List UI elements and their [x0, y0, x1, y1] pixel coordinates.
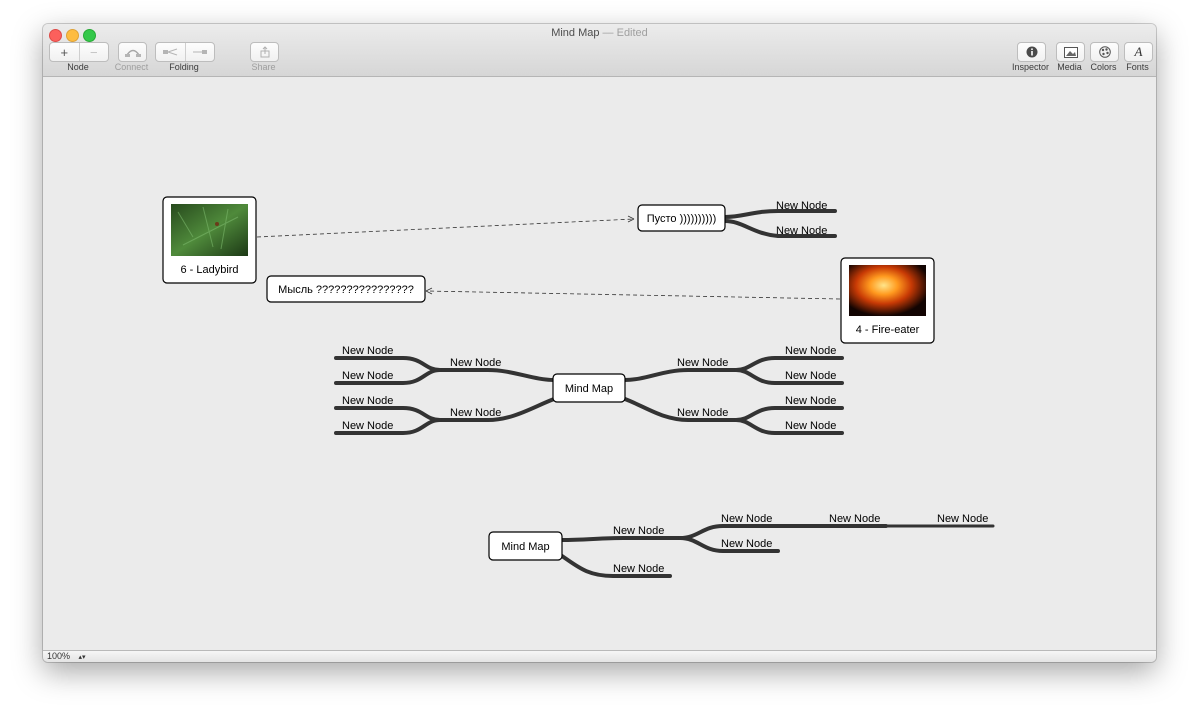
document-name: Mind Map	[551, 27, 600, 39]
node-label[interactable]: New Node	[342, 395, 393, 407]
node-label[interactable]: New Node	[613, 525, 664, 537]
share-label: Share	[251, 62, 276, 72]
image-node-ladybird[interactable]: 6 - Ladybird	[162, 196, 257, 284]
fold-button[interactable]	[156, 43, 186, 61]
connect-icon	[119, 43, 146, 61]
node-label[interactable]: New Node	[613, 563, 664, 575]
image-caption: 4 - Fire-eater	[856, 324, 920, 336]
connection-line[interactable]	[425, 290, 841, 300]
fold-icon	[163, 48, 178, 56]
zoom-control[interactable]: 100% ▴▾	[47, 651, 86, 662]
minus-icon: −	[89, 44, 98, 60]
font-icon: A	[1134, 44, 1143, 59]
remove-node-button[interactable]: −	[80, 43, 109, 61]
palette-icon	[1091, 43, 1118, 61]
window-title: Mind Map — Edited	[43, 27, 1156, 39]
zoom-level: 100%	[47, 651, 71, 661]
image-caption: 6 - Ladybird	[180, 264, 238, 276]
node-label[interactable]: New Node	[785, 370, 836, 382]
node-label[interactable]: New Node	[776, 200, 827, 212]
add-node-button[interactable]: +	[50, 43, 80, 61]
fire-eater-image	[849, 265, 926, 316]
plus-icon: +	[60, 44, 69, 60]
node-label[interactable]: New Node	[785, 395, 836, 407]
root-node-text: Mind Map	[501, 541, 549, 553]
unfold-icon	[192, 50, 207, 54]
connect-label: Connect	[114, 62, 149, 72]
node-label[interactable]: New Node	[829, 513, 880, 525]
media-icon	[1057, 43, 1084, 61]
status-bar: 100% ▴▾	[43, 650, 1156, 662]
colors-label: Colors	[1090, 62, 1117, 72]
node-label[interactable]: New Node	[937, 513, 988, 525]
node-label[interactable]: New Node	[450, 407, 501, 419]
title-bar: Mind Map — Edited + − Node Connect Foldi…	[43, 24, 1156, 77]
mind-map-canvas[interactable]: 6 - Ladybird 4 - Fire-eater Пусто ))))))…	[43, 77, 1156, 651]
media-label: Media	[1057, 62, 1082, 72]
app-window: Mind Map — Edited + − Node Connect Foldi…	[43, 24, 1156, 662]
node-label[interactable]: New Node	[342, 345, 393, 357]
connect-button[interactable]	[118, 42, 147, 62]
node-label[interactable]: New Node	[785, 420, 836, 432]
inspector-button[interactable]	[1017, 42, 1046, 62]
root-node-text: Mind Map	[565, 383, 613, 395]
node-text: Мысль ????????????????	[278, 284, 414, 296]
inspector-label: Inspector	[1011, 62, 1050, 72]
mind-map-1-root[interactable]: Mind Map	[552, 373, 626, 403]
fonts-button[interactable]: A	[1124, 42, 1153, 62]
unfold-button[interactable]	[186, 43, 215, 61]
node-mysl[interactable]: Мысль ????????????????	[266, 275, 426, 303]
info-icon	[1018, 43, 1045, 61]
node-label[interactable]: New Node	[721, 538, 772, 550]
mind-map-drawing: 6 - Ladybird 4 - Fire-eater Пусто ))))))…	[162, 196, 995, 578]
fonts-label: Fonts	[1126, 62, 1149, 72]
edited-indicator: — Edited	[602, 27, 648, 39]
node-label[interactable]: New Node	[776, 225, 827, 237]
node-label[interactable]: New Node	[342, 370, 393, 382]
image-node-fire-eater[interactable]: 4 - Fire-eater	[840, 257, 935, 344]
media-button[interactable]	[1056, 42, 1085, 62]
node-button-group: + −	[49, 42, 109, 62]
node-text: Пусто ))))))))))	[647, 213, 717, 225]
node-label[interactable]: New Node	[677, 357, 728, 369]
ladybird-image	[171, 204, 248, 256]
mind-map-2-root[interactable]: Mind Map	[488, 531, 563, 561]
folding-label: Folding	[169, 62, 199, 72]
share-button[interactable]	[250, 42, 279, 62]
node-label[interactable]: New Node	[677, 407, 728, 419]
colors-button[interactable]	[1090, 42, 1119, 62]
node-label[interactable]: New Node	[721, 513, 772, 525]
node-label[interactable]: New Node	[785, 345, 836, 357]
stepper-icon: ▴▾	[78, 654, 86, 661]
node-label: Node	[67, 62, 89, 72]
share-icon	[251, 43, 278, 61]
folding-button-group	[155, 42, 215, 62]
connection-line[interactable]	[256, 218, 635, 238]
node-label[interactable]: New Node	[342, 420, 393, 432]
node-label[interactable]: New Node	[450, 357, 501, 369]
